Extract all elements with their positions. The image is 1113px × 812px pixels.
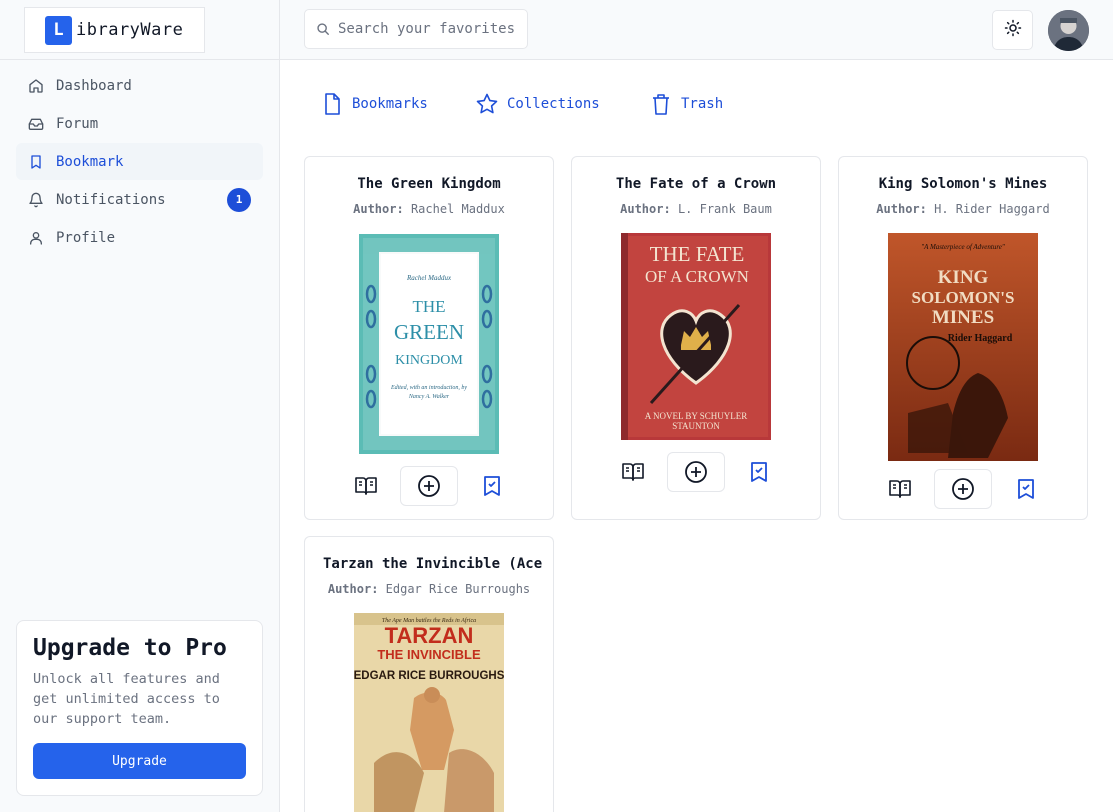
- cover-title-line: GREEN: [394, 320, 464, 344]
- cover-title-line: THE INVINCIBLE: [377, 647, 481, 662]
- cover-title-line: SOLOMON'S: [912, 288, 1015, 307]
- top-header: [280, 0, 1113, 60]
- cover-bottom-text: A NOVEL BY SCHUYLER STAUNTON: [644, 411, 748, 431]
- book-author: Author: L. Frank Baum: [572, 202, 820, 216]
- book-cover-image[interactable]: "A Masterpiece of Adventure" KING SOLOMO…: [888, 233, 1038, 461]
- book-card: The Green Kingdom Author: Rachel Maddux …: [304, 156, 554, 520]
- author-name: Rachel Maddux: [410, 202, 505, 216]
- book-actions: [572, 452, 820, 492]
- tab-label: Trash: [681, 96, 724, 112]
- author-name: H. Rider Haggard: [934, 202, 1050, 216]
- sidebar-item-label: Dashboard: [56, 77, 132, 94]
- search-input[interactable]: [338, 21, 518, 37]
- theme-toggle-button[interactable]: [992, 10, 1033, 50]
- search-box[interactable]: [304, 9, 528, 49]
- plus-circle-icon: [418, 475, 440, 497]
- sidebar-item-notifications[interactable]: Notifications 1: [16, 181, 263, 218]
- cover-top-text: Rachel Maddux: [406, 274, 452, 282]
- upgrade-description: Unlock all features and get unlimited ac…: [33, 671, 220, 727]
- book-card: The Fate of a Crown Author: L. Frank Bau…: [571, 156, 821, 520]
- book-title: The Fate of a Crown: [615, 176, 777, 192]
- book-actions: [839, 469, 1087, 509]
- book-author: Author: Rachel Maddux: [305, 202, 553, 216]
- bookmark-check-icon[interactable]: [1014, 477, 1038, 501]
- book-title: Tarzan the Invincible (Ace: [323, 556, 543, 572]
- bell-icon: [28, 192, 44, 208]
- book-title: King Solomon's Mines: [878, 176, 1048, 192]
- user-icon: [28, 230, 44, 246]
- upgrade-card: Upgrade to Pro Unlock all features and g…: [16, 620, 263, 796]
- star-icon: [475, 92, 499, 116]
- sidebar-item-label: Notifications: [56, 191, 166, 208]
- book-card: King Solomon's Mines Author: H. Rider Ha…: [838, 156, 1088, 520]
- tab-bookmarks[interactable]: Bookmarks: [320, 92, 428, 116]
- upgrade-button[interactable]: Upgrade: [33, 743, 246, 779]
- add-to-collection-button[interactable]: [400, 466, 458, 506]
- author-name: Edgar Rice Burroughs: [385, 582, 531, 596]
- cover-top-text: "A Masterpiece of Adventure": [921, 243, 1005, 251]
- tab-collections[interactable]: Collections: [475, 92, 600, 116]
- add-to-collection-button[interactable]: [934, 469, 992, 509]
- tab-label: Bookmarks: [352, 96, 428, 112]
- read-book-icon[interactable]: [888, 477, 912, 501]
- cover-title-line: MINES: [932, 307, 994, 328]
- sidebar-item-bookmark[interactable]: Bookmark: [16, 143, 263, 180]
- book-actions: [305, 466, 553, 506]
- logo-text: ibraryWare: [76, 20, 184, 40]
- cover-author-text: EDGAR RICE BURROUGHS: [354, 670, 504, 682]
- book-card: Tarzan the Invincible (Ace Author: Edgar…: [304, 536, 554, 812]
- app-logo[interactable]: L ibraryWare: [24, 7, 205, 53]
- avatar[interactable]: [1048, 10, 1089, 51]
- inbox-icon: [28, 116, 44, 132]
- book-author: Author: H. Rider Haggard: [839, 202, 1087, 216]
- book-author: Author: Edgar Rice Burroughs: [305, 582, 553, 596]
- author-label: Author:: [353, 202, 404, 216]
- bookmark-check-icon[interactable]: [747, 460, 771, 484]
- file-icon: [320, 92, 344, 116]
- tab-trash[interactable]: Trash: [649, 92, 723, 116]
- tab-label: Collections: [507, 96, 600, 112]
- sidebar-item-dashboard[interactable]: Dashboard: [16, 67, 263, 104]
- sidebar-item-label: Forum: [56, 115, 99, 132]
- bookmark-icon: [28, 154, 44, 170]
- divider: [0, 59, 280, 60]
- cover-title-line: THE: [412, 297, 445, 316]
- book-cover-image[interactable]: Rachel Maddux THE GREEN KINGDOM Edited, …: [359, 234, 499, 454]
- book-title: The Green Kingdom: [357, 176, 501, 192]
- book-cover-image[interactable]: THE FATE OF A CROWN A NOVEL BY SCHUYLER …: [621, 233, 771, 440]
- sidebar-nav: Dashboard Forum Bookmark Notifications 1: [16, 67, 263, 257]
- search-icon: [316, 22, 330, 36]
- home-icon: [28, 78, 44, 94]
- trash-icon: [649, 92, 673, 116]
- notification-count-badge: 1: [227, 187, 251, 212]
- sidebar: L ibraryWare Dashboard Forum Bookmark No…: [0, 0, 280, 812]
- book-cover-image[interactable]: The Ape Man battles the Reds in Africa T…: [354, 613, 504, 812]
- cover-author-text: Rider Haggard: [948, 333, 1013, 344]
- sun-icon: [1004, 19, 1022, 41]
- logo-mark: L: [45, 15, 72, 45]
- add-to-collection-button[interactable]: [667, 452, 725, 492]
- author-name: L. Frank Baum: [677, 202, 772, 216]
- author-label: Author:: [620, 202, 671, 216]
- cover-title-line: THE FATE: [650, 242, 745, 266]
- cover-title-line: KING: [938, 267, 989, 288]
- sidebar-item-forum[interactable]: Forum: [16, 105, 263, 142]
- read-book-icon[interactable]: [354, 474, 378, 498]
- sidebar-item-label: Profile: [56, 229, 116, 246]
- cover-title-line: KINGDOM: [395, 353, 463, 368]
- plus-circle-icon: [952, 478, 974, 500]
- cover-bottom-text: Edited, with an introduction, by Nancy A…: [390, 385, 468, 400]
- plus-circle-icon: [685, 461, 707, 483]
- cover-title-line: TARZAN: [385, 623, 474, 648]
- sidebar-item-label: Bookmark: [56, 153, 124, 170]
- author-label: Author:: [876, 202, 927, 216]
- read-book-icon[interactable]: [621, 460, 645, 484]
- bookmark-check-icon[interactable]: [480, 474, 504, 498]
- sidebar-item-profile[interactable]: Profile: [16, 219, 263, 256]
- cover-title-line: OF A CROWN: [645, 267, 749, 286]
- author-label: Author:: [327, 582, 379, 596]
- upgrade-title: Upgrade to Pro: [33, 635, 227, 661]
